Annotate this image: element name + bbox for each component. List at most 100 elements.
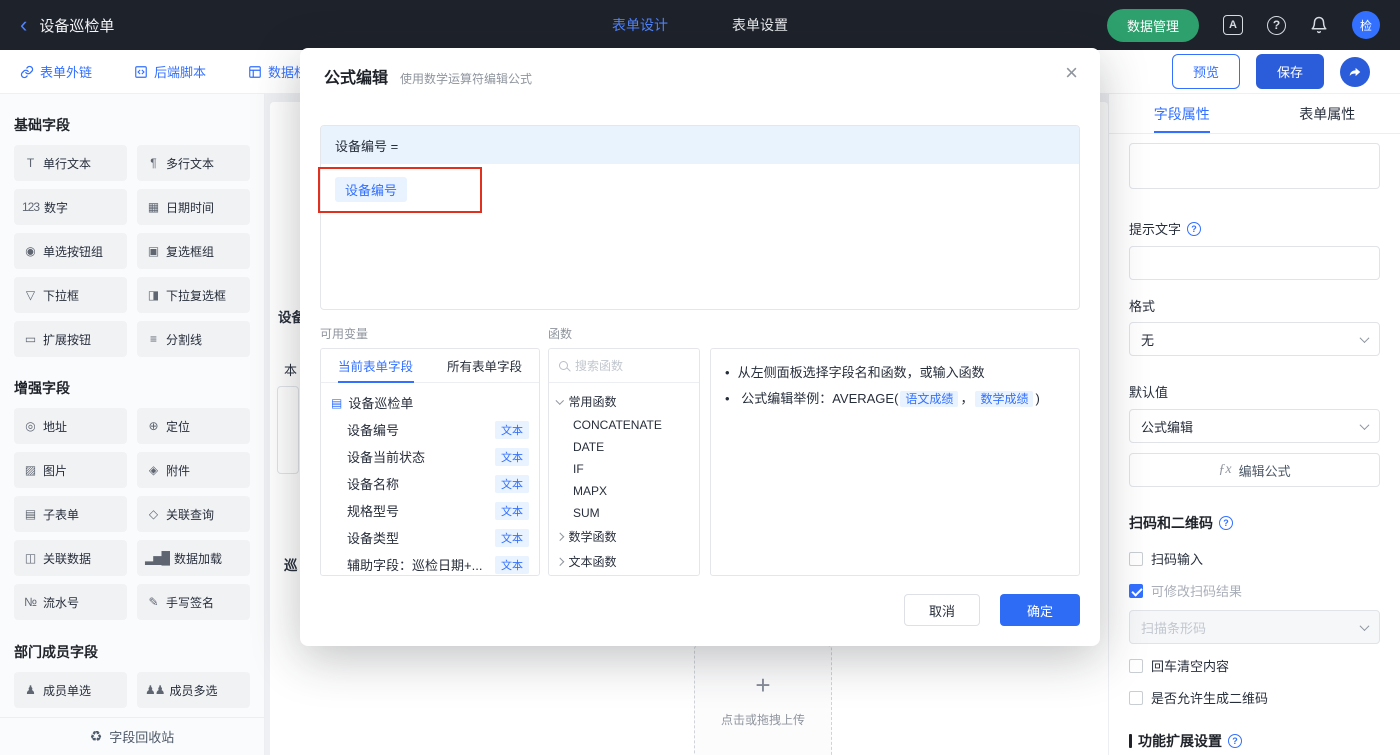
cancel-button[interactable]: 取消 xyxy=(904,594,980,626)
field-name: 设备当前状态 xyxy=(347,450,426,465)
back-icon[interactable]: ‹ xyxy=(20,14,27,36)
formula-field-tag[interactable]: 设备编号 xyxy=(335,177,408,202)
link-icon xyxy=(20,65,34,78)
data-manage-button[interactable]: 数据管理 xyxy=(1106,8,1199,42)
field-button-serial-number[interactable]: № 流水号 xyxy=(14,584,127,620)
field-button-extend-button[interactable]: ▭ 扩展按钮 xyxy=(14,321,127,357)
field-button-single-line-text[interactable]: T 单行文本 xyxy=(14,145,127,181)
function-item[interactable]: CONCATENATE xyxy=(549,414,699,436)
translate-icon[interactable]: A xyxy=(1223,15,1243,35)
user-avatar[interactable]: 检 xyxy=(1352,11,1380,39)
field-button-number[interactable]: 123 数字 xyxy=(14,189,127,225)
formula-input-area[interactable]: 设备编号 xyxy=(321,164,1079,309)
function-search[interactable] xyxy=(549,349,699,383)
save-button[interactable]: 保存 xyxy=(1255,54,1324,89)
checkbox-unchecked-icon[interactable] xyxy=(1129,551,1143,566)
field-button-checkbox-group[interactable]: ▣ 复选框组 xyxy=(137,233,250,269)
checkbox-checked-icon[interactable] xyxy=(1129,583,1143,598)
close-icon[interactable]: × xyxy=(1065,62,1078,84)
function-item[interactable]: DATE xyxy=(549,436,699,458)
checkbox-scan-input[interactable]: 扫码输入 xyxy=(1129,549,1380,568)
tab-all-form-fields[interactable]: 所有表单字段 xyxy=(430,349,539,382)
field-button-linked-data[interactable]: ◫ 关联数据 xyxy=(14,540,127,576)
function-item[interactable]: SUM xyxy=(549,502,699,524)
checkbox-unchecked-icon[interactable] xyxy=(1129,690,1143,705)
hint-text-input[interactable] xyxy=(1129,246,1380,280)
checkbox-allow-qrcode[interactable]: 是否允许生成二维码 xyxy=(1129,688,1380,707)
preview-button[interactable]: 预览 xyxy=(1171,54,1240,89)
chevron-down-icon xyxy=(1359,419,1370,430)
variable-field-row[interactable]: 设备类型 文本 xyxy=(321,524,539,551)
backend-script-link[interactable]: 后端脚本 xyxy=(134,62,206,81)
field-button-address[interactable]: ◎ 地址 xyxy=(14,408,127,444)
field-button-multi-dropdown[interactable]: ◨ 下拉复选框 xyxy=(137,277,250,313)
field-button-divider[interactable]: ≡ 分割线 xyxy=(137,321,250,357)
field-name: 设备编号 xyxy=(347,423,400,438)
share-button[interactable] xyxy=(1340,56,1370,87)
field-type-badge: 文本 xyxy=(495,528,529,547)
variable-field-row[interactable]: 设备名称 文本 xyxy=(321,470,539,497)
serial-icon: № xyxy=(24,595,37,609)
scan-section-header: 扫码和二维码 ? xyxy=(1129,513,1380,533)
confirm-button[interactable]: 确定 xyxy=(1000,594,1080,626)
notification-bell-icon[interactable] xyxy=(1310,16,1328,34)
field-button-location[interactable]: ⊕ 定位 xyxy=(137,408,250,444)
tab-current-form-fields[interactable]: 当前表单字段 xyxy=(321,349,430,382)
field-button-signature[interactable]: ✎ 手写签名 xyxy=(137,584,250,620)
tree-root-label: 设备巡检单 xyxy=(348,396,414,411)
field-label: 分割线 xyxy=(166,332,203,347)
checkbox-modify-scan-result[interactable]: 可修改扫码结果 xyxy=(1129,581,1380,600)
field-name: 辅助字段：巡检日期+... xyxy=(347,558,483,573)
function-group-common[interactable]: 常用函数 xyxy=(549,389,699,414)
function-group-math[interactable]: 数学函数 xyxy=(549,524,699,549)
upload-dropzone[interactable]: + 点击或拖拽上传 xyxy=(694,645,832,755)
field-button-datetime[interactable]: ▦ 日期时间 xyxy=(137,189,250,225)
field-button-image[interactable]: ▨ 图片 xyxy=(14,452,127,488)
field-button-member-single[interactable]: ♟ 成员单选 xyxy=(14,672,127,708)
help-example-line: 公式编辑举例：AVERAGE(语文成绩，数学成绩) xyxy=(725,386,1065,412)
barcode-select-disabled[interactable]: 扫描条形码 xyxy=(1129,610,1380,644)
field-button-linked-query[interactable]: ◇ 关联查询 xyxy=(137,496,250,532)
edit-formula-button[interactable]: ƒx 编辑公式 xyxy=(1129,453,1380,487)
variable-field-row[interactable]: 规格型号 文本 xyxy=(321,497,539,524)
field-label: 数据加载 xyxy=(173,551,222,566)
function-group-text[interactable]: 文本函数 xyxy=(549,549,699,574)
field-button-dropdown[interactable]: ▽ 下拉框 xyxy=(14,277,127,313)
function-item[interactable]: MAPX xyxy=(549,480,699,502)
question-icon[interactable]: ? xyxy=(1228,734,1242,748)
field-button-multi-line-text[interactable]: ¶ 多行文本 xyxy=(137,145,250,181)
field-button-subform[interactable]: ▤ 子表单 xyxy=(14,496,127,532)
field-button-data-load[interactable]: ▂▅█ 数据加载 xyxy=(137,540,250,576)
example-field-tag: 数学成绩 xyxy=(975,391,1034,407)
tab-field-properties[interactable]: 字段属性 xyxy=(1109,94,1255,133)
function-item[interactable]: IF xyxy=(549,458,699,480)
field-label: 单选按钮组 xyxy=(43,244,104,259)
question-icon[interactable]: ? xyxy=(1219,516,1233,530)
tab-form-settings[interactable]: 表单设置 xyxy=(732,15,788,35)
help-icon[interactable]: ? xyxy=(1267,15,1286,35)
backend-script-label: 后端脚本 xyxy=(154,65,207,80)
field-button-attachment[interactable]: ◈ 附件 xyxy=(137,452,250,488)
checkbox-clear-on-enter[interactable]: 回车清空内容 xyxy=(1129,656,1380,675)
subform-icon: ▤ xyxy=(24,507,36,521)
default-value-select[interactable]: 公式编辑 xyxy=(1129,409,1380,443)
tree-root-form[interactable]: ▤ 设备巡检单 xyxy=(321,389,539,416)
checkbox-unchecked-icon[interactable] xyxy=(1129,658,1143,673)
field-button-member-multi[interactable]: ♟♟ 成员多选 xyxy=(137,672,250,708)
divider-icon: ≡ xyxy=(149,332,157,346)
field-label: 附件 xyxy=(166,463,191,478)
search-icon xyxy=(559,361,568,370)
tab-form-properties[interactable]: 表单属性 xyxy=(1255,94,1400,133)
form-external-link[interactable]: 表单外链 xyxy=(20,62,92,81)
empty-field-box[interactable] xyxy=(1129,143,1380,189)
variable-field-row[interactable]: 设备编号 文本 xyxy=(321,416,539,443)
field-label: 图片 xyxy=(43,463,68,478)
variable-field-row[interactable]: 设备当前状态 文本 xyxy=(321,443,539,470)
function-search-input[interactable] xyxy=(575,358,689,373)
format-select[interactable]: 无 xyxy=(1129,322,1380,356)
tab-form-design[interactable]: 表单设计 xyxy=(612,15,668,35)
field-recycle-bin[interactable]: ♻ 字段回收站 xyxy=(0,717,264,755)
question-icon[interactable]: ? xyxy=(1187,221,1202,236)
field-button-radio-group[interactable]: ◉ 单选按钮组 xyxy=(14,233,127,269)
variable-field-row[interactable]: 辅助字段：巡检日期+... 文本 xyxy=(321,551,539,575)
